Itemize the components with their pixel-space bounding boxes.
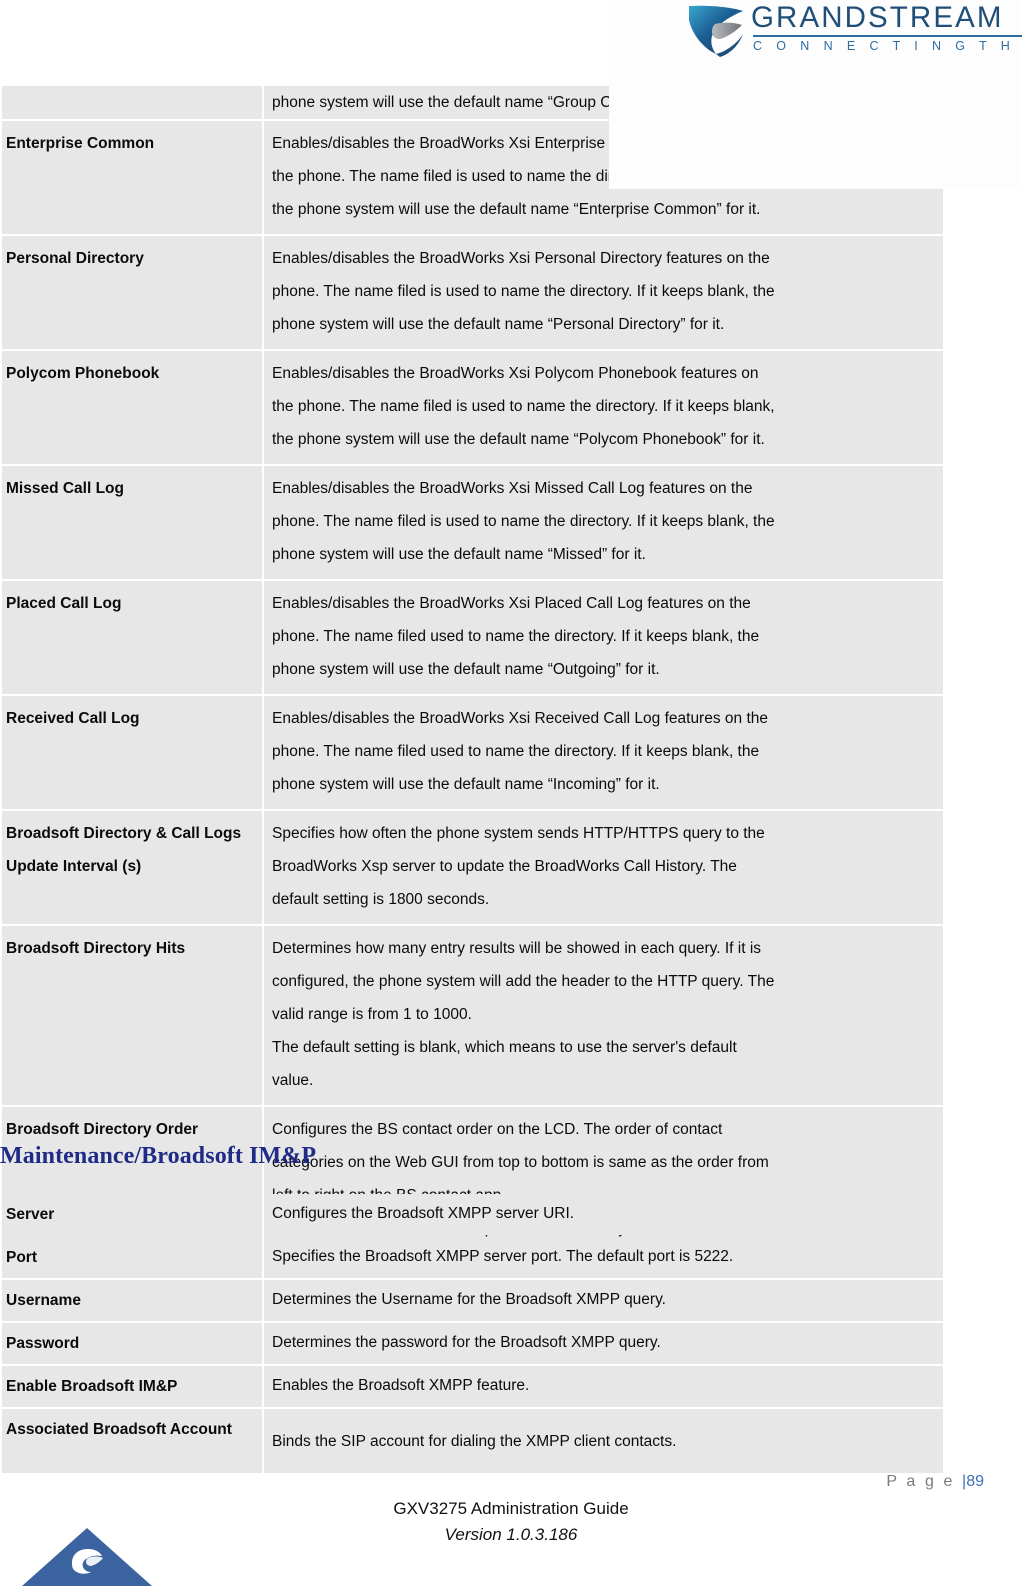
row-description: Enables/disables the BroadWorks Xsi Miss…	[264, 466, 943, 579]
spec-table-bottom: Server Configures the Broadsoft XMPP ser…	[0, 1192, 945, 1475]
row-description: Determines the password for the Broadsof…	[264, 1323, 943, 1364]
row-label: Personal Directory	[2, 236, 262, 349]
desc-line: Determines the Username for the Broadsof…	[272, 1291, 666, 1308]
row-label: Missed Call Log	[2, 466, 262, 579]
footer-document-info: GXV3275 Administration Guide Version 1.0…	[0, 1496, 1022, 1548]
row-label: Broadsoft Directory Hits	[2, 926, 262, 1105]
desc-line: the phone. The name filed is used to nam…	[272, 398, 775, 415]
desc-line: phone. The name filed is used to name th…	[272, 283, 775, 300]
desc-line: phone system will use the default name “…	[272, 316, 725, 333]
section-heading-maintenance-broadsoft-imp: Maintenance/Broadsoft IM&P	[0, 1143, 317, 1169]
table-body-bottom: Server Configures the Broadsoft XMPP ser…	[2, 1194, 943, 1473]
desc-line: phone system will use the default name “…	[272, 661, 660, 678]
row-description: Enables the Broadsoft XMPP feature.	[264, 1366, 943, 1407]
row-label: Password	[2, 1323, 262, 1364]
row-label: Polycom Phonebook	[2, 351, 262, 464]
desc-line: Specifies how often the phone system sen…	[272, 825, 765, 842]
page-label: P a g e	[886, 1473, 963, 1490]
brand-name: GRANDSTREAM	[751, 1, 1004, 34]
table-row: Broadsoft Directory Hits Determines how …	[2, 926, 943, 1105]
row-description: Enables/disables the BroadWorks Xsi Rece…	[264, 696, 943, 809]
row-label: Placed Call Log	[2, 581, 262, 694]
brand-tagline: C O N N E C T I N G T H E W O R L D	[753, 39, 1022, 53]
footer-version: Version 1.0.3.186	[444, 1525, 578, 1544]
desc-line: The default setting is blank, which mean…	[272, 1039, 737, 1056]
desc-line: Specifies the Broadsoft XMPP server port…	[272, 1248, 734, 1265]
page-number-footer: P a g e |89	[886, 1473, 984, 1491]
table-row: Username Determines the Username for the…	[2, 1280, 943, 1321]
desc-line: phone. The name filed used to name the d…	[272, 628, 760, 645]
desc-line: Enables the Broadsoft XMPP feature.	[272, 1377, 530, 1394]
table-row: Received Call Log Enables/disables the B…	[2, 696, 943, 809]
desc-line: phone system will use the default name “…	[272, 776, 660, 793]
row-label: Username	[2, 1280, 262, 1321]
row-label: Received Call Log	[2, 696, 262, 809]
table-row: Server Configures the Broadsoft XMPP ser…	[2, 1194, 943, 1235]
row-label	[2, 86, 262, 119]
desc-line: Configures the BS contact order on the L…	[272, 1121, 723, 1138]
desc-line: categories on the Web GUI from top to bo…	[272, 1154, 769, 1171]
row-label: Enable Broadsoft IM&P	[2, 1366, 262, 1407]
document-page: phone system will use the default name “…	[0, 0, 1022, 1586]
table-row: Password Determines the password for the…	[2, 1323, 943, 1364]
desc-line: default setting is 1800 seconds.	[272, 891, 490, 908]
row-description: Configures the Broadsoft XMPP server URI…	[264, 1194, 943, 1235]
table-row: Enable Broadsoft IM&P Enables the Broads…	[2, 1366, 943, 1407]
desc-line: Enables/disables the BroadWorks Xsi Poly…	[272, 365, 759, 382]
table-row: Personal Directory Enables/disables the …	[2, 236, 943, 349]
row-label: Port	[2, 1237, 262, 1278]
table-row: Port Specifies the Broadsoft XMPP server…	[2, 1237, 943, 1278]
grandstream-wordmark: GRANDSTREAM C O N N E C T I N G T H E W …	[751, 2, 1022, 54]
table-row: Placed Call Log Enables/disables the Bro…	[2, 581, 943, 694]
desc-line: Enables/disables the BroadWorks Xsi Plac…	[272, 595, 751, 612]
row-label: Server	[2, 1194, 262, 1235]
row-label: Associated Broadsoft Account	[2, 1409, 262, 1473]
desc-line: the phone system will use the default na…	[272, 201, 761, 218]
row-description: Specifies the Broadsoft XMPP server port…	[264, 1237, 943, 1278]
table-row: Associated Broadsoft Account Binds the S…	[2, 1409, 943, 1473]
table-row: Missed Call Log Enables/disables the Bro…	[2, 466, 943, 579]
row-description: Determines how many entry results will b…	[264, 926, 943, 1105]
header-logo-overlay: GRANDSTREAM C O N N E C T I N G T H E W …	[609, 0, 1022, 189]
row-label: Enterprise Common	[2, 121, 262, 234]
row-description: Specifies how often the phone system sen…	[264, 811, 943, 924]
row-description: Determines the Username for the Broadsof…	[264, 1280, 943, 1321]
row-description: Enables/disables the BroadWorks Xsi Poly…	[264, 351, 943, 464]
grandstream-swoosh-icon	[687, 4, 745, 60]
desc-line: Binds the SIP account for dialing the XM…	[272, 1432, 677, 1450]
brand-rule	[753, 35, 1022, 37]
desc-line: phone system will use the default name “…	[272, 546, 646, 563]
desc-line: the phone system will use the default na…	[272, 431, 765, 448]
desc-line: Determines how many entry results will b…	[272, 940, 762, 957]
row-description: Binds the SIP account for dialing the XM…	[264, 1409, 943, 1473]
desc-line: Enables/disables the BroadWorks Xsi Miss…	[272, 480, 753, 497]
desc-line: Enables/disables the BroadWorks Xsi Pers…	[272, 250, 770, 267]
desc-line: configured, the phone system will add th…	[272, 973, 775, 990]
desc-line: Enables/disables the BroadWorks Xsi Rece…	[272, 710, 768, 727]
row-description: Enables/disables the BroadWorks Xsi Plac…	[264, 581, 943, 694]
desc-line: valid range is from 1 to 1000.	[272, 1006, 472, 1023]
row-description: Enables/disables the BroadWorks Xsi Pers…	[264, 236, 943, 349]
broadsoft-directory-settings-table: phone system will use the default name “…	[0, 84, 945, 1255]
table-row: Polycom Phonebook Enables/disables the B…	[2, 351, 943, 464]
table-row: Broadsoft Directory & Call Logs Update I…	[2, 811, 943, 924]
broadsoft-imp-settings-table: Server Configures the Broadsoft XMPP ser…	[0, 1192, 945, 1475]
desc-line: Configures the Broadsoft XMPP server URI…	[272, 1205, 575, 1222]
spec-table-top: phone system will use the default name “…	[0, 84, 945, 1255]
table-body-top: phone system will use the default name “…	[2, 86, 943, 1253]
grandstream-triangle-logo-icon	[22, 1528, 152, 1586]
row-label: Broadsoft Directory & Call Logs Update I…	[2, 811, 262, 924]
desc-line: value.	[272, 1072, 314, 1089]
page-number: |89	[962, 1473, 984, 1490]
desc-line: phone. The name filed used to name the d…	[272, 743, 760, 760]
desc-line: phone. The name filed is used to name th…	[272, 513, 775, 530]
desc-line: BroadWorks Xsp server to update the Broa…	[272, 858, 737, 875]
desc-line: Determines the password for the Broadsof…	[272, 1334, 661, 1351]
footer-title: GXV3275 Administration Guide	[393, 1499, 629, 1518]
